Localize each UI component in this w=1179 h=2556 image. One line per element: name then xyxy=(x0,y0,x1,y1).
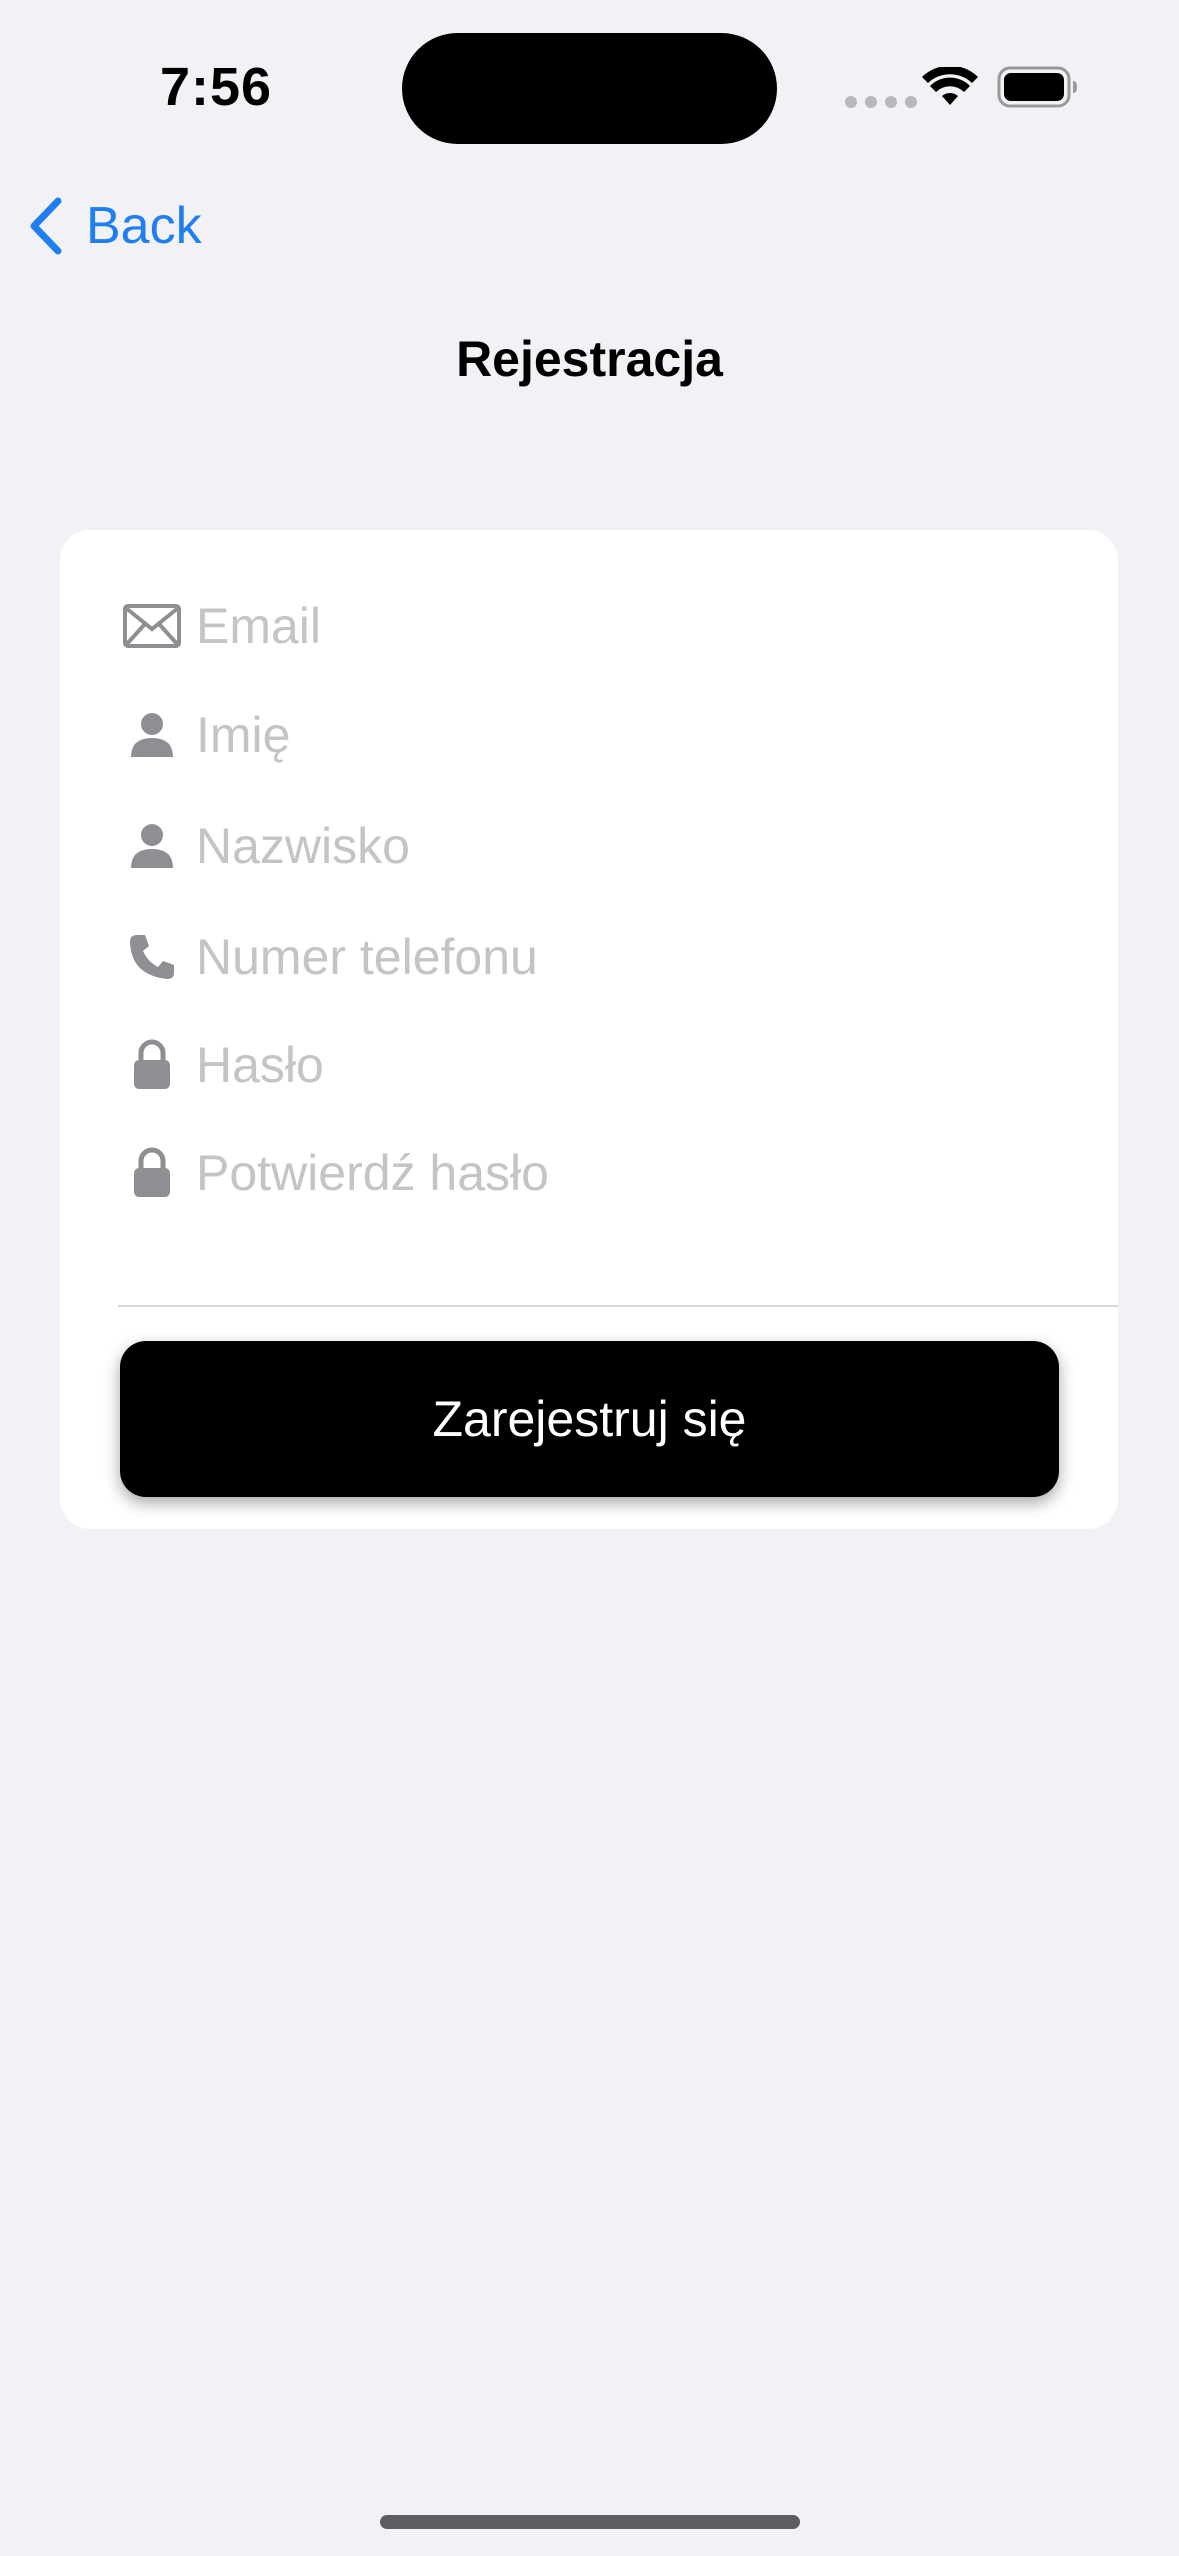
first-name-field[interactable] xyxy=(196,706,1078,764)
confirm-password-field[interactable] xyxy=(196,1144,1078,1202)
lock-icon xyxy=(122,1147,182,1199)
back-button[interactable]: Back xyxy=(26,195,202,257)
phone-field-row xyxy=(122,912,1078,1002)
status-time: 7:56 xyxy=(160,57,273,117)
person-icon xyxy=(122,822,182,870)
register-button[interactable]: Zarejestruj się xyxy=(120,1341,1059,1497)
back-label: Back xyxy=(86,197,202,255)
registration-card: Zarejestruj się xyxy=(60,530,1118,1529)
lock-icon xyxy=(122,1039,182,1091)
email-field[interactable] xyxy=(196,597,1078,655)
battery-icon xyxy=(997,66,1077,108)
first-name-field-row xyxy=(122,690,1078,780)
last-name-field[interactable] xyxy=(196,817,1078,875)
phone-icon xyxy=(122,932,182,982)
phone-field[interactable] xyxy=(196,928,1078,986)
email-field-row xyxy=(122,581,1078,671)
password-field[interactable] xyxy=(196,1036,1078,1094)
home-indicator[interactable] xyxy=(380,2515,800,2529)
dynamic-island xyxy=(402,33,777,144)
chevron-left-icon xyxy=(30,197,62,255)
divider xyxy=(118,1305,1118,1307)
person-icon xyxy=(122,711,182,759)
wifi-icon xyxy=(922,67,978,105)
envelope-icon xyxy=(122,604,182,648)
last-name-field-row xyxy=(122,801,1078,891)
cellular-signal-icon xyxy=(845,96,917,108)
confirm-password-field-row xyxy=(122,1128,1078,1218)
password-field-row xyxy=(122,1020,1078,1110)
page-title: Rejestracja xyxy=(456,331,723,387)
